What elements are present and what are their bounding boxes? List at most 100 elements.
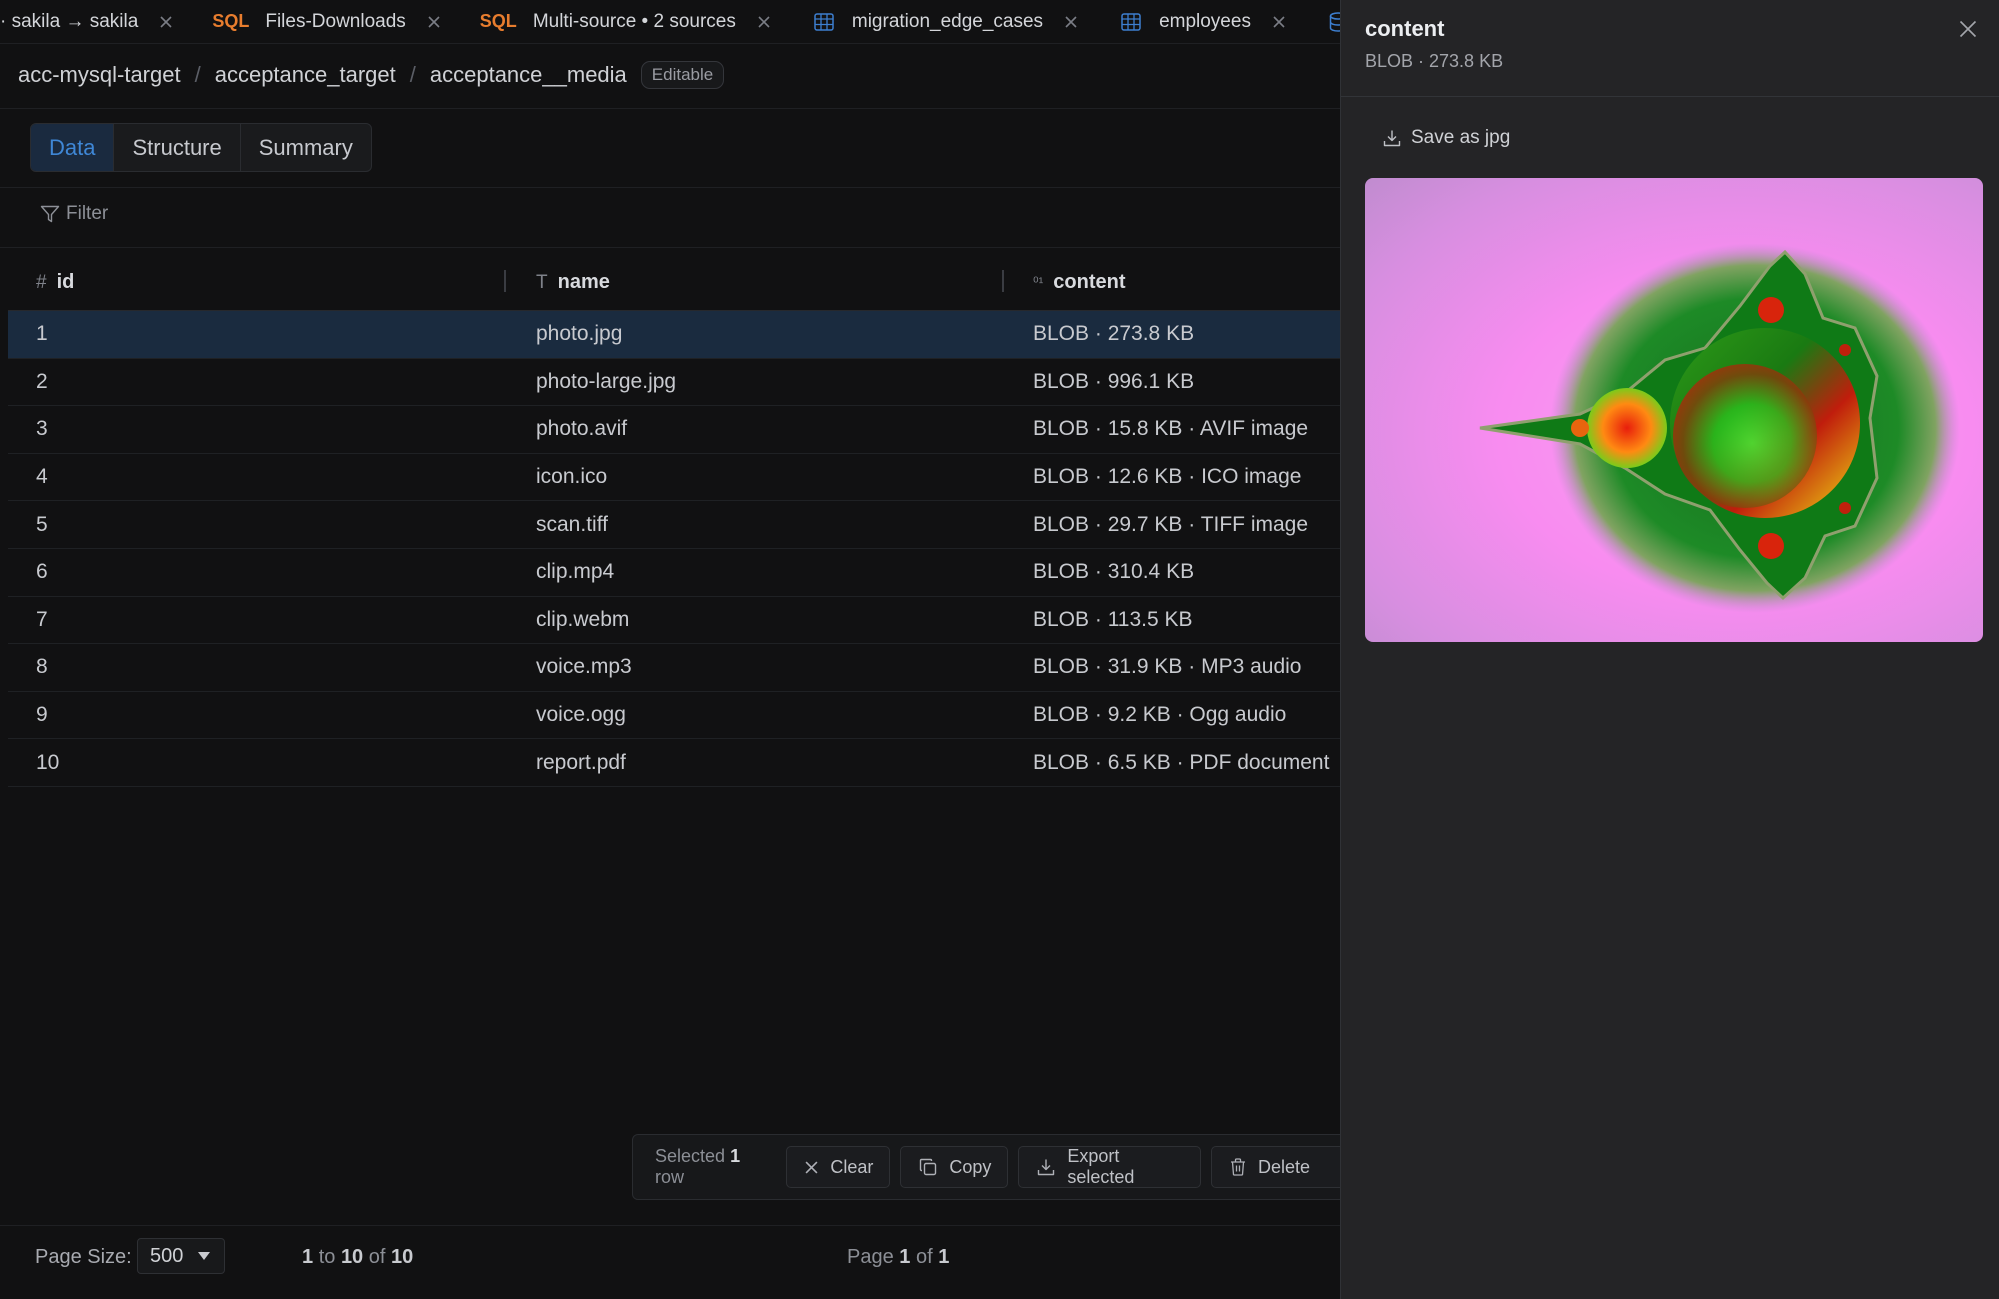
tab-data[interactable]: Data bbox=[31, 124, 115, 171]
cell-content[interactable]: BLOB · 9.2 KB · Ogg audio bbox=[1033, 703, 1286, 727]
divider bbox=[0, 187, 1340, 188]
close-icon[interactable] bbox=[758, 15, 770, 28]
selection-suffix: row bbox=[655, 1167, 685, 1187]
cell-content[interactable]: BLOB · 6.5 KB · PDF document bbox=[1033, 751, 1329, 775]
column-header-content[interactable]: ⁰¹ content bbox=[1033, 271, 1126, 294]
delete-label: Delete bbox=[1257, 1156, 1310, 1177]
column-header-name[interactable]: T name bbox=[536, 271, 610, 294]
selection-number: 1 bbox=[730, 1146, 741, 1166]
tab-sakila[interactable]: · sakila → sakila bbox=[0, 0, 202, 43]
cell-id[interactable]: 8 bbox=[36, 655, 48, 679]
cell-name[interactable]: photo.avif bbox=[536, 417, 627, 441]
cell-name[interactable]: clip.mp4 bbox=[536, 560, 614, 584]
tab-files-downloads[interactable]: SQL Files-Downloads bbox=[202, 0, 469, 43]
table-row[interactable]: 9 voice.ogg BLOB · 9.2 KB · Ogg audio bbox=[8, 692, 1340, 740]
cell-id[interactable]: 1 bbox=[36, 322, 48, 346]
data-table: # id T name ⁰¹ content 1 photo.jpg BLOB · … bbox=[8, 255, 1340, 787]
column-resize-handle[interactable] bbox=[504, 270, 506, 292]
cell-name[interactable]: scan.tiff bbox=[536, 513, 608, 537]
tab-label: · sakila → sakila bbox=[0, 10, 139, 32]
tab-multi-source[interactable]: SQL Multi-source • 2 sources bbox=[470, 0, 800, 43]
cell-id[interactable]: 10 bbox=[36, 751, 59, 775]
cell-content[interactable]: BLOB · 113.5 KB bbox=[1033, 608, 1193, 632]
tab-employees[interactable]: employees bbox=[1107, 0, 1315, 43]
number-type-icon: # bbox=[36, 271, 47, 293]
page-size-value: 500 bbox=[150, 1244, 184, 1267]
blob-preview-panel: content BLOB · 273.8 KB Save as jpg bbox=[1340, 0, 1999, 1299]
page-size-select[interactable]: 500 bbox=[137, 1238, 225, 1274]
table-row[interactable]: 4 icon.ico BLOB · 12.6 KB · ICO image bbox=[8, 454, 1340, 502]
cell-id[interactable]: 3 bbox=[36, 417, 48, 441]
cell-content[interactable]: BLOB · 15.8 KB · AVIF image bbox=[1033, 417, 1308, 441]
database-icon bbox=[1329, 11, 1340, 32]
cell-id[interactable]: 9 bbox=[36, 703, 48, 727]
close-icon bbox=[805, 1161, 830, 1174]
panel-subtitle: BLOB · 273.8 KB bbox=[1365, 51, 1504, 71]
cell-name[interactable]: report.pdf bbox=[536, 751, 626, 775]
tab-database[interactable]: D bbox=[1315, 0, 1340, 43]
cell-content[interactable]: BLOB · 29.7 KB · TIFF image bbox=[1033, 513, 1308, 537]
close-icon[interactable] bbox=[1273, 15, 1285, 28]
cell-name[interactable]: voice.mp3 bbox=[536, 655, 632, 679]
copy-icon bbox=[919, 1158, 949, 1176]
page-size-label: Page Size: bbox=[35, 1246, 132, 1268]
table-row[interactable]: 5 scan.tiff BLOB · 29.7 KB · TIFF image bbox=[8, 501, 1340, 549]
filter-label: Filter bbox=[66, 203, 109, 224]
cell-content[interactable]: BLOB · 12.6 KB · ICO image bbox=[1033, 465, 1301, 489]
clear-button[interactable]: Clear bbox=[786, 1146, 891, 1188]
breadcrumb-separator: / bbox=[194, 62, 201, 87]
column-label: name bbox=[557, 271, 610, 293]
divider bbox=[0, 247, 1340, 248]
divider bbox=[0, 108, 1340, 109]
range-from: 1 bbox=[302, 1246, 314, 1268]
filter-button[interactable]: Filter bbox=[40, 203, 108, 225]
cell-name[interactable]: photo-large.jpg bbox=[536, 370, 676, 394]
range-of-word: of bbox=[368, 1246, 386, 1268]
pagination-bar: Page Size: 500 1 to 10 of 10 Page 1 of 1 bbox=[0, 1225, 1340, 1285]
editable-badge: Editable bbox=[640, 61, 725, 89]
cell-content[interactable]: BLOB · 310.4 KB bbox=[1033, 560, 1194, 584]
breadcrumb-table[interactable]: acceptance__media bbox=[430, 62, 627, 88]
cell-id[interactable]: 7 bbox=[36, 608, 48, 632]
cell-content[interactable]: BLOB · 996.1 KB bbox=[1033, 370, 1194, 394]
column-resize-handle[interactable] bbox=[1002, 270, 1004, 292]
tab-summary[interactable]: Summary bbox=[241, 124, 371, 171]
tab-migration-edge-cases[interactable]: migration_edge_cases bbox=[800, 0, 1107, 43]
clear-label: Clear bbox=[830, 1156, 874, 1177]
close-icon[interactable] bbox=[428, 15, 440, 28]
tab-structure[interactable]: Structure bbox=[114, 124, 241, 171]
cell-content[interactable]: BLOB · 31.9 KB · MP3 audio bbox=[1033, 655, 1301, 679]
cell-name[interactable]: clip.webm bbox=[536, 608, 629, 632]
breadcrumb-connection[interactable]: acc-mysql-target bbox=[18, 62, 181, 88]
table-row[interactable]: 10 report.pdf BLOB · 6.5 KB · PDF document bbox=[8, 739, 1340, 787]
table-row[interactable]: 8 voice.mp3 BLOB · 31.9 KB · MP3 audio bbox=[8, 644, 1340, 692]
table-row[interactable]: 3 photo.avif BLOB · 15.8 KB · AVIF image bbox=[8, 406, 1340, 454]
copy-button[interactable]: Copy bbox=[900, 1146, 1009, 1188]
cell-name[interactable]: icon.ico bbox=[536, 465, 607, 489]
row-range: 1 to 10 of 10 bbox=[302, 1246, 413, 1269]
cell-id[interactable]: 2 bbox=[36, 370, 48, 394]
save-as-jpg-button[interactable]: Save as jpg bbox=[1383, 127, 1510, 149]
breadcrumb-database[interactable]: acceptance_target bbox=[215, 62, 396, 88]
close-icon[interactable] bbox=[1065, 15, 1077, 28]
cell-id[interactable]: 6 bbox=[36, 560, 48, 584]
table-row[interactable]: 2 photo-large.jpg BLOB · 996.1 KB bbox=[8, 359, 1340, 407]
cell-id[interactable]: 5 bbox=[36, 513, 48, 537]
column-label: content bbox=[1053, 271, 1126, 293]
export-selected-button[interactable]: Export selected bbox=[1018, 1146, 1201, 1188]
cell-name[interactable]: voice.ogg bbox=[536, 703, 626, 727]
tab-label: migration_edge_cases bbox=[851, 10, 1044, 32]
tab-strip: · sakila → sakila SQL Files-Downloads SQ… bbox=[0, 0, 1340, 44]
cell-name[interactable]: photo.jpg bbox=[536, 322, 622, 346]
column-header-id[interactable]: # id bbox=[36, 271, 74, 294]
close-icon[interactable] bbox=[1959, 20, 1977, 38]
table-row[interactable]: 6 clip.mp4 BLOB · 310.4 KB bbox=[8, 549, 1340, 597]
page-total: 1 bbox=[938, 1246, 950, 1268]
close-icon[interactable] bbox=[160, 15, 172, 28]
table-row[interactable]: 1 photo.jpg BLOB · 273.8 KB bbox=[8, 311, 1340, 359]
page-word: Page bbox=[847, 1246, 894, 1268]
table-row[interactable]: 7 clip.webm BLOB · 113.5 KB bbox=[8, 597, 1340, 645]
delete-button[interactable]: Delete bbox=[1210, 1146, 1351, 1188]
cell-content[interactable]: BLOB · 273.8 KB bbox=[1033, 322, 1194, 346]
cell-id[interactable]: 4 bbox=[36, 465, 48, 489]
